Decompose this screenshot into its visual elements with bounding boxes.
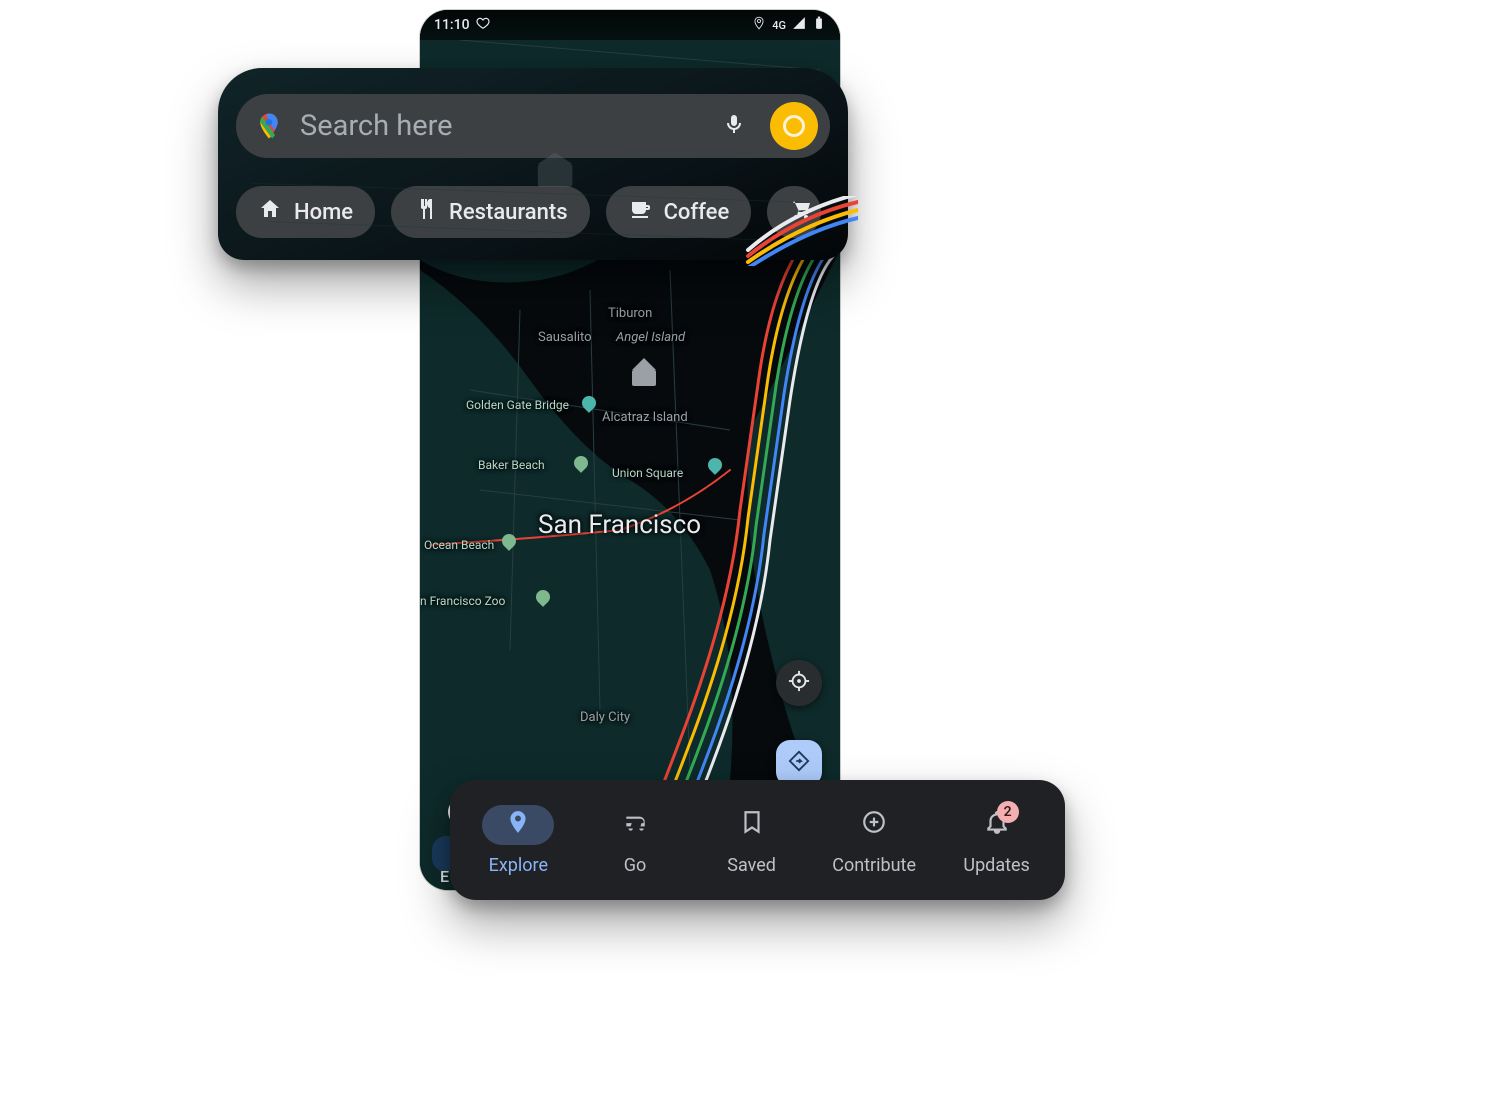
directions-icon bbox=[788, 750, 810, 776]
chip-coffee[interactable]: Coffee bbox=[606, 186, 752, 238]
plus-circle-icon bbox=[861, 809, 887, 840]
heart-icon bbox=[476, 16, 490, 34]
updates-badge: 2 bbox=[997, 801, 1019, 823]
voice-search-button[interactable] bbox=[714, 112, 754, 140]
map-label-ggb: Golden Gate Bridge bbox=[466, 398, 569, 412]
search-bar[interactable]: Search here bbox=[236, 94, 830, 158]
chip-restaurants[interactable]: Restaurants bbox=[391, 186, 590, 238]
avatar-ring-icon bbox=[783, 115, 805, 137]
chip-more-partial[interactable] bbox=[767, 186, 821, 238]
chip-label: Restaurants bbox=[449, 200, 568, 225]
shopping-cart-icon bbox=[789, 197, 813, 227]
map-label-tiburon: Tiburon bbox=[608, 306, 652, 321]
chip-home[interactable]: Home bbox=[236, 186, 375, 238]
map-label-ocean: Ocean Beach bbox=[424, 538, 494, 552]
pin-icon bbox=[505, 809, 531, 840]
bottom-nav-card: Explore Go Saved Contribute bbox=[450, 780, 1065, 900]
map-label-city: San Francisco bbox=[538, 510, 701, 540]
bookmark-icon bbox=[739, 809, 765, 840]
nav-go[interactable]: Go bbox=[599, 805, 671, 876]
map-label-alcatraz: Alcatraz Island bbox=[602, 410, 688, 425]
map-label-zoo: n Francisco Zoo bbox=[420, 594, 505, 608]
search-placeholder: Search here bbox=[300, 109, 698, 143]
nav-label: Explore bbox=[489, 855, 548, 876]
network-label: 4G bbox=[772, 19, 786, 32]
search-overlay-card: Search here Home Restaurants Co bbox=[218, 68, 848, 260]
location-icon bbox=[752, 16, 766, 34]
status-bar: 11:10 4G bbox=[420, 10, 840, 40]
map-label-angel-island: Angel Island bbox=[616, 330, 685, 345]
my-location-button[interactable] bbox=[776, 660, 822, 706]
google-maps-logo-icon bbox=[254, 111, 284, 141]
chip-label: Home bbox=[294, 200, 353, 225]
home-icon bbox=[258, 197, 282, 227]
category-chips-row[interactable]: Home Restaurants Coffee bbox=[236, 186, 830, 238]
nav-label: Updates bbox=[963, 855, 1029, 876]
commute-icon bbox=[622, 809, 648, 840]
signal-icon bbox=[792, 16, 806, 34]
map-label-sausalito: Sausalito bbox=[538, 330, 592, 345]
microphone-icon bbox=[722, 112, 746, 140]
profile-avatar[interactable] bbox=[770, 102, 818, 150]
nav-updates[interactable]: Updates 2 bbox=[961, 805, 1033, 876]
nav-contribute[interactable]: Contribute bbox=[832, 805, 916, 876]
nav-label: Go bbox=[624, 855, 647, 876]
battery-icon bbox=[812, 16, 826, 34]
nav-explore[interactable]: Explore bbox=[482, 805, 554, 876]
partial-label-e: E bbox=[440, 867, 449, 886]
map-label-union: Union Square bbox=[612, 466, 683, 480]
status-time: 11:10 bbox=[434, 17, 470, 33]
chip-label: Coffee bbox=[664, 200, 730, 225]
crosshair-icon bbox=[788, 670, 810, 696]
map-label-baker: Baker Beach bbox=[478, 458, 545, 472]
map-label-daly: Daly City bbox=[580, 710, 630, 725]
coffee-icon bbox=[628, 197, 652, 227]
nav-label: Contribute bbox=[832, 855, 916, 876]
nav-label: Saved bbox=[727, 855, 776, 876]
restaurant-icon bbox=[413, 197, 437, 227]
nav-saved[interactable]: Saved bbox=[716, 805, 788, 876]
